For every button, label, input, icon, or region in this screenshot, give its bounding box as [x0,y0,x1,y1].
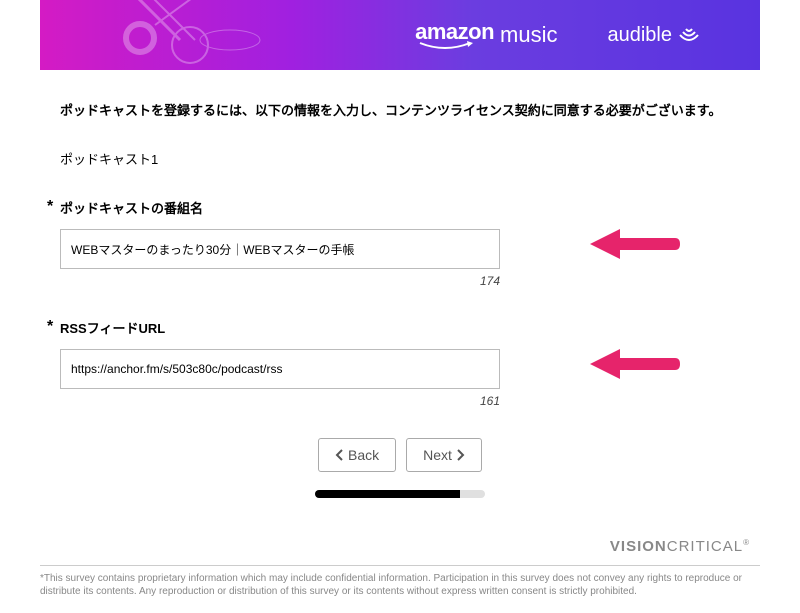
podcast-name-input[interactable] [60,229,500,269]
audible-text: audible [607,24,672,47]
rss-url-label: RSSフィードURL [60,318,740,337]
arrow-annotation-icon [590,226,680,262]
rss-url-field-wrap: * RSSフィードURL 161 [60,318,740,408]
form-content: ポッドキャストを登録するには、以下の情報を入力し、コンテンツライセンス契約に同意… [0,70,800,498]
podcast-name-field-wrap: * ポッドキャストの番組名 174 [60,198,740,288]
next-button[interactable]: Next [406,438,482,472]
amazon-text: amazon [415,19,494,44]
podcast-name-counter: 174 [60,274,500,288]
disclaimer-text: *This survey contains proprietary inform… [40,565,760,598]
visioncritical-logo: VISIONCRITICAL® [610,538,750,555]
header-banner: amazon music audible [40,0,760,70]
microphone-graphic [100,0,300,70]
next-button-label: Next [423,447,452,463]
amazon-music-logo: amazon music [415,19,557,51]
audible-logo: audible [607,24,700,47]
rss-url-counter: 161 [60,394,500,408]
chevron-left-icon [335,449,344,461]
progress-bar [315,490,485,498]
chevron-right-icon [456,449,465,461]
rss-url-input[interactable] [60,349,500,389]
required-asterisk: * [47,318,53,336]
intro-text: ポッドキャストを登録するには、以下の情報を入力し、コンテンツライセンス契約に同意… [60,100,740,119]
podcast-name-label: ポッドキャストの番組名 [60,198,740,217]
audible-icon [678,25,700,45]
back-button-label: Back [348,447,379,463]
progress-fill [315,490,460,498]
section-label: ポッドキャスト1 [60,149,740,168]
back-button[interactable]: Back [318,438,396,472]
nav-buttons-row: Back Next [60,438,740,472]
music-text: music [500,22,557,48]
arrow-annotation-icon [590,346,680,382]
required-asterisk: * [47,198,53,216]
